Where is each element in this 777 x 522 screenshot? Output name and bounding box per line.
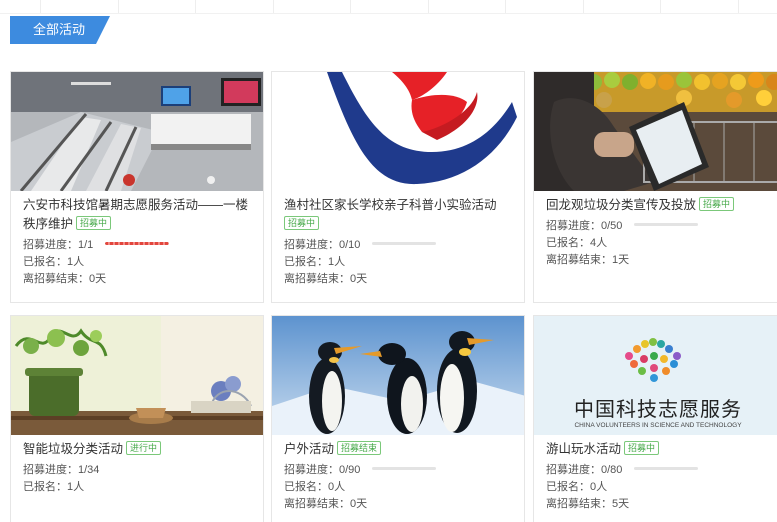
signed-value: 0人 <box>328 481 346 493</box>
signed-label: 已报名： <box>284 481 328 493</box>
signed-value: 4人 <box>590 237 608 249</box>
signed-value: 1人 <box>328 256 346 268</box>
logo-title-text: 中国科技志愿服务 <box>574 397 742 421</box>
progress-label: 招募进度： <box>23 239 78 251</box>
deadline-label: 离招募结束： <box>284 273 350 285</box>
activity-card[interactable]: 渔村社区家长学校亲子科普小实验活动 招募中 招募进度：0/10 已报名：1人 离招… <box>271 71 525 303</box>
activity-title[interactable]: 智能垃圾分类活动 <box>23 442 123 456</box>
activity-image-tea-still-life[interactable] <box>11 316 263 435</box>
deadline-label: 离招募结束： <box>546 498 612 510</box>
signed-value: 1人 <box>67 256 85 268</box>
progress-bar <box>105 242 170 245</box>
logo-subtitle-text: CHINA VOLUNTEERS IN SCIENCE AND TECHNOLO… <box>574 422 742 429</box>
activity-title[interactable]: 回龙观垃圾分类宣传及投放 <box>546 198 696 212</box>
progress-value: 0/10 <box>339 239 361 251</box>
status-badge: 招募中 <box>699 197 735 211</box>
top-divider <box>0 0 777 14</box>
signed-label: 已报名： <box>23 256 67 268</box>
deadline-label: 离招募结束： <box>546 254 612 266</box>
activity-image-penguins[interactable] <box>272 316 524 435</box>
progress-bar-fill <box>105 242 170 245</box>
progress-label: 招募进度： <box>23 464 78 476</box>
activity-card[interactable]: 中国科技志愿服务 CHINA VOLUNTEERS IN SCIENCE AND… <box>533 315 777 522</box>
activity-title[interactable]: 六安市科技馆暑期志愿服务活动——一楼秩序维护 <box>23 198 248 231</box>
status-badge: 招募中 <box>624 441 660 455</box>
progress-label: 招募进度： <box>546 220 601 232</box>
activity-image-china-volunteers-logo[interactable]: 中国科技志愿服务 CHINA VOLUNTEERS IN SCIENCE AND… <box>534 316 777 435</box>
progress-bar <box>634 223 699 226</box>
deadline-label: 离招募结束： <box>23 273 89 285</box>
activity-card[interactable]: 户外活动 招募结束 招募进度：0/90 已报名：0人 离招募结束：0天 <box>271 315 525 522</box>
signed-value: 0人 <box>590 481 608 493</box>
activity-card[interactable]: 六安市科技馆暑期志愿服务活动——一楼秩序维护 招募中 招募进度：1/1 已报名：1… <box>10 71 264 303</box>
status-badge: 招募中 <box>284 216 320 230</box>
progress-bar <box>372 467 437 470</box>
deadline-label: 离招募结束： <box>284 498 350 510</box>
progress-value: 0/80 <box>601 464 623 476</box>
deadline-value: 5天 <box>612 498 630 510</box>
deadline-value: 1天 <box>612 254 630 266</box>
status-badge: 进行中 <box>126 441 162 455</box>
progress-bar <box>634 467 699 470</box>
deadline-value: 0天 <box>89 273 107 285</box>
activity-card[interactable]: 回龙观垃圾分类宣传及投放 招募中 招募进度：0/50 已报名：4人 离招募结束：1… <box>533 71 777 303</box>
activity-title[interactable]: 游山玩水活动 <box>546 442 621 456</box>
progress-label: 招募进度： <box>284 239 339 251</box>
activity-title[interactable]: 户外活动 <box>284 442 334 456</box>
progress-bar <box>372 242 437 245</box>
activity-card[interactable]: 智能垃圾分类活动 进行中 招募进度：1/34 已报名：1人 <box>10 315 264 522</box>
activity-image-science-museum[interactable] <box>11 72 263 191</box>
signed-label: 已报名： <box>546 237 590 249</box>
signed-label: 已报名： <box>23 481 67 493</box>
activity-image-tablet-shopping[interactable] <box>534 72 777 191</box>
status-badge: 招募结束 <box>337 441 382 455</box>
signed-value: 1人 <box>67 481 85 493</box>
all-activities-tab[interactable]: 全部活动 <box>10 16 110 44</box>
progress-value: 1/34 <box>78 464 100 476</box>
signed-label: 已报名： <box>546 481 590 493</box>
activity-title[interactable]: 渔村社区家长学校亲子科普小实验活动 <box>284 198 497 212</box>
signed-label: 已报名： <box>284 256 328 268</box>
deadline-value: 0天 <box>350 498 368 510</box>
progress-label: 招募进度： <box>546 464 601 476</box>
progress-value: 0/50 <box>601 220 623 232</box>
status-badge: 招募中 <box>76 216 112 230</box>
progress-label: 招募进度： <box>284 464 339 476</box>
deadline-value: 0天 <box>350 273 368 285</box>
progress-value: 1/1 <box>78 239 94 251</box>
activity-image-volunteer-logo[interactable] <box>272 72 524 191</box>
progress-value: 0/90 <box>339 464 361 476</box>
